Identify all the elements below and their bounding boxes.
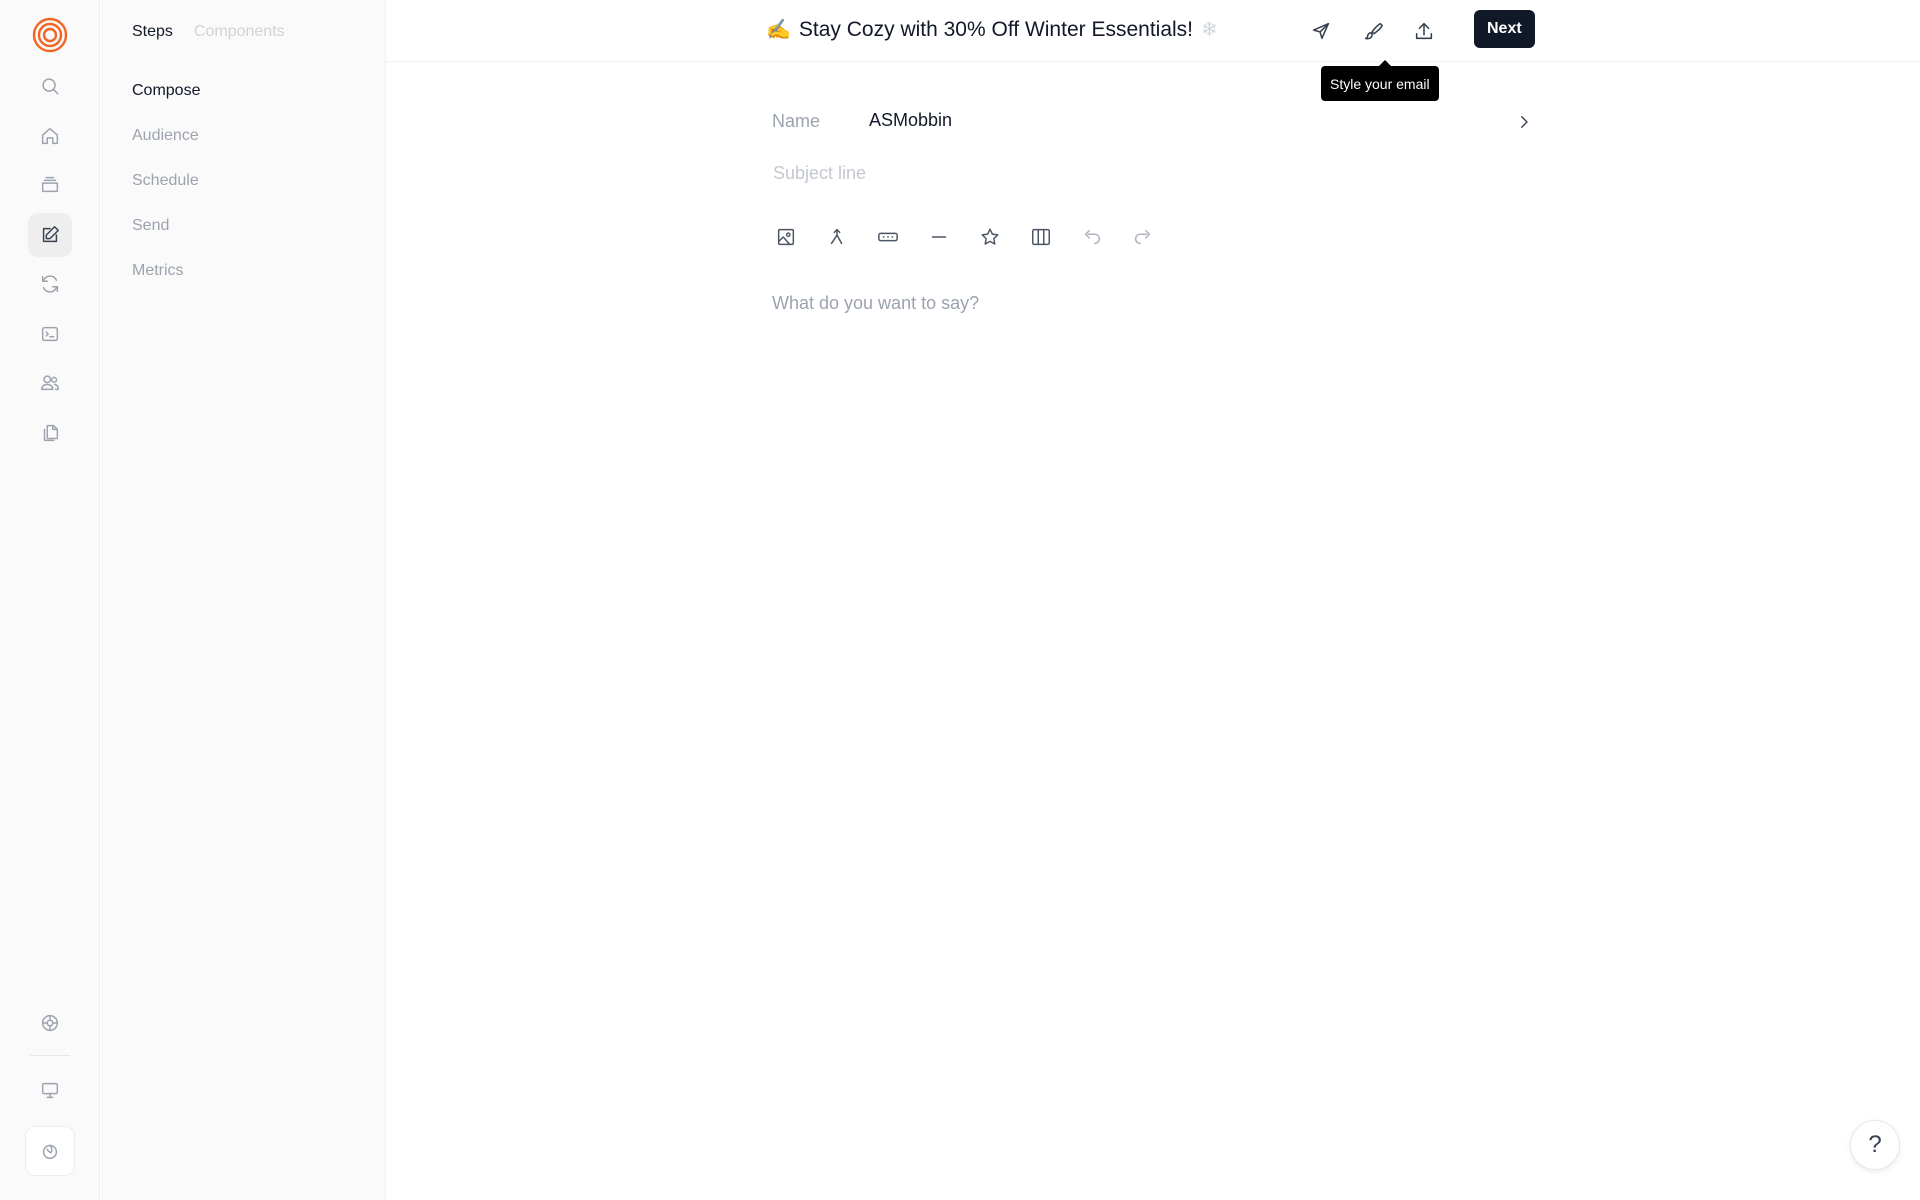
brand-logo-icon[interactable] (31, 16, 69, 54)
panel-tabs: Steps Components (132, 23, 285, 41)
monitor-icon (41, 1082, 59, 1099)
name-field-row: Name ASMobbin (772, 108, 1552, 136)
main-editor: ✍️ Stay Cozy with 30% Off Winter Essenti… (386, 0, 1920, 1200)
tab-steps[interactable]: Steps (132, 23, 173, 41)
name-label: Name (772, 111, 821, 131)
next-button[interactable]: Next (1474, 10, 1535, 48)
rail-settings-button[interactable] (28, 1001, 72, 1045)
steps-panel: Steps Components Compose Audience Schedu… (101, 0, 386, 1200)
image-icon (777, 228, 795, 246)
documents-icon (43, 424, 59, 442)
send-test-icon (1312, 22, 1330, 40)
undo-icon (1084, 229, 1100, 245)
columns-icon (1032, 228, 1050, 246)
export-icon (1415, 22, 1433, 40)
insert-merge-tag-button[interactable] (817, 220, 857, 254)
insert-button-block-button[interactable] (868, 220, 908, 254)
button-block-icon (878, 232, 898, 242)
rail-compose-button[interactable] (28, 213, 72, 257)
rail-divider (30, 1055, 70, 1056)
compose-icon (42, 226, 59, 243)
app: Steps Components Compose Audience Schedu… (0, 0, 1920, 1200)
expand-details-button[interactable] (1510, 108, 1538, 136)
rail-audience-button[interactable] (28, 361, 72, 405)
insert-columns-button[interactable] (1021, 220, 1061, 254)
step-compose[interactable]: Compose (132, 82, 200, 127)
star-icon (981, 228, 999, 245)
search-icon (42, 78, 59, 95)
insert-divider-button[interactable] (919, 220, 959, 254)
style-email-button[interactable] (1354, 12, 1392, 50)
settings-icon (41, 1014, 59, 1032)
style-email-tooltip: Style your email (1321, 60, 1439, 101)
export-button[interactable] (1405, 12, 1443, 50)
rail-automations-button[interactable] (28, 262, 72, 306)
subject-line-input[interactable] (773, 158, 1473, 188)
insert-component-button[interactable] (970, 220, 1010, 254)
step-metrics[interactable]: Metrics (132, 262, 200, 307)
users-icon (41, 375, 59, 391)
inbox-icon (41, 176, 59, 193)
chevron-right-icon (1521, 116, 1528, 128)
page-title: ✍️ Stay Cozy with 30% Off Winter Essenti… (766, 17, 1218, 42)
help-button[interactable]: ? (1850, 1120, 1900, 1170)
step-schedule[interactable]: Schedule (132, 172, 200, 217)
terminal-icon (41, 326, 59, 342)
email-body-input[interactable] (772, 283, 1552, 323)
snowflake-emoji: ❄ (1201, 19, 1218, 41)
insert-image-button[interactable] (766, 220, 806, 254)
rail-launch-button[interactable] (25, 1126, 75, 1176)
icon-rail (0, 0, 100, 1200)
step-audience[interactable]: Audience (132, 127, 200, 172)
email-title: Stay Cozy with 30% Off Winter Essentials… (798, 17, 1193, 41)
rail-preview-button[interactable] (28, 1068, 72, 1112)
step-list: Compose Audience Schedule Send Metrics (132, 82, 200, 307)
divider-icon (931, 236, 947, 238)
top-bar: ✍️ Stay Cozy with 30% Off Winter Essenti… (386, 0, 1920, 62)
rail-transactional-button[interactable] (28, 312, 72, 356)
refresh-icon (41, 275, 59, 293)
tab-components[interactable]: Components (194, 23, 285, 41)
style-brush-icon (1364, 22, 1383, 40)
rail-home-button[interactable] (28, 114, 72, 158)
rocket-icon (42, 1144, 58, 1160)
rail-inbox-button[interactable] (28, 163, 72, 207)
merge-icon (830, 228, 843, 245)
rail-search-button[interactable] (28, 64, 72, 108)
send-test-button[interactable] (1302, 12, 1340, 50)
redo-button[interactable] (1123, 220, 1163, 254)
rail-templates-button[interactable] (28, 411, 72, 455)
redo-icon (1135, 229, 1151, 245)
home-icon (41, 127, 59, 145)
undo-button[interactable] (1072, 220, 1112, 254)
writing-hand-emoji: ✍️ (766, 19, 791, 41)
block-toolbar (766, 220, 1163, 254)
step-send[interactable]: Send (132, 217, 200, 262)
name-value[interactable]: ASMobbin (869, 110, 952, 131)
